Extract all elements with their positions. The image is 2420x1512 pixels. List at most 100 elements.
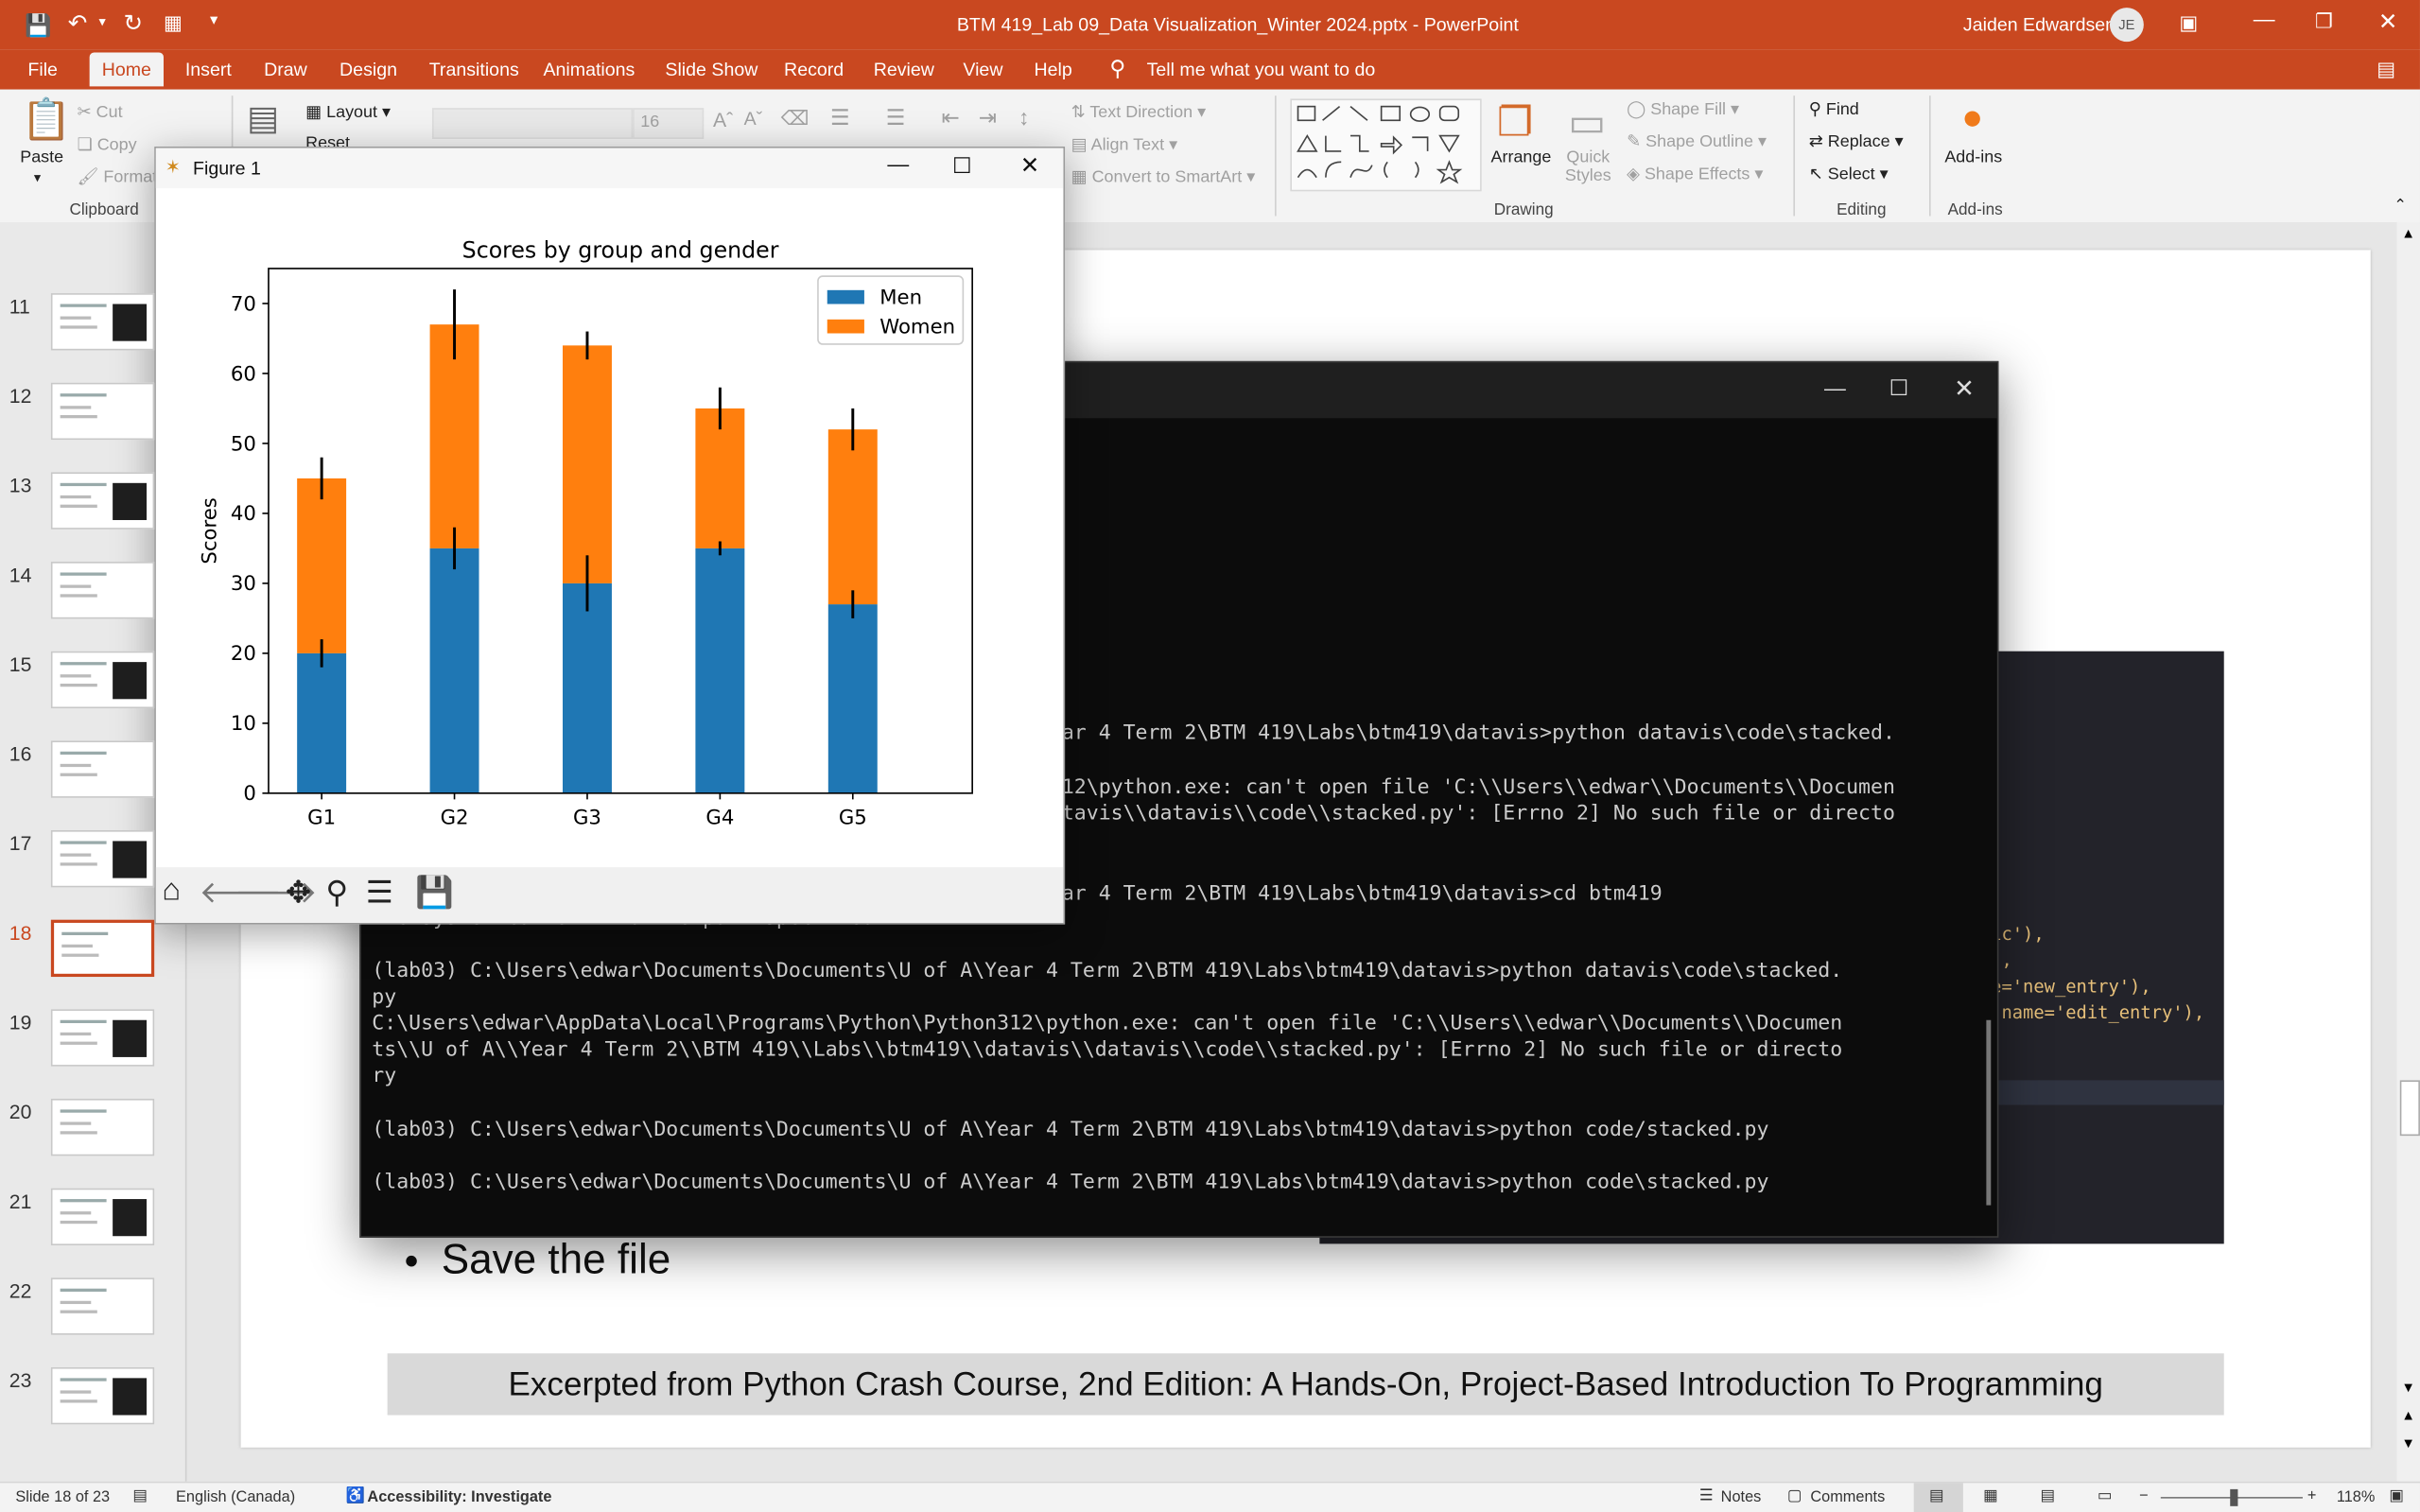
quick-styles-icon[interactable]: ▭ [1568,98,1606,147]
scroll-up-icon[interactable]: ▲ [2401,225,2415,240]
arrange-icon[interactable]: ❐ [1497,98,1533,147]
slide-thumbnail[interactable] [50,562,155,619]
scrollbar-thumb[interactable] [2399,1080,2420,1137]
undo-dropdown-icon[interactable]: ▾ [98,14,105,31]
tab-file[interactable]: File [27,59,58,80]
save-icon[interactable]: 💾 [25,12,51,39]
font-family-box[interactable] [431,108,634,139]
align-text-button[interactable]: ▤ Align Text ▾ [1071,134,1178,155]
quick-styles-button[interactable]: Quick Styles [1565,148,1611,185]
tab-transitions[interactable]: Transitions [429,59,519,80]
zoom-slider-thumb[interactable] [2230,1488,2238,1506]
redo-icon[interactable]: ↻ [124,9,144,37]
collapse-ribbon-icon[interactable]: ⌃ [2394,198,2407,215]
previous-slide-icon[interactable]: ▲ [2401,1407,2415,1422]
tab-slide-show[interactable]: Slide Show [665,59,757,80]
slide-sorter-icon[interactable]: ▦ [1983,1487,1997,1504]
share-icon[interactable]: ▤ [2376,57,2395,81]
text-direction-button[interactable]: ⇅ Text Direction ▾ [1071,102,1206,122]
figure-window[interactable]: ✶ Figure 1 — ☐ ✕ 0 10 20 30 40 50 60 70 G1 G2 G3 G4… [154,147,1066,925]
pan-icon[interactable]: ✥ [286,874,311,912]
restore-icon[interactable]: ❐ [2315,9,2333,34]
clear-format-icon[interactable]: ⌫ [781,107,810,131]
arrange-button[interactable]: Arrange [1491,148,1552,167]
home-icon[interactable]: ⌂ [162,874,181,910]
tab-home[interactable]: Home [89,52,165,87]
zoom-level[interactable]: 118% [2337,1489,2376,1506]
slide-show-icon[interactable]: ▭ [2098,1487,2112,1504]
minimize-icon[interactable]: — [2254,7,2275,31]
fit-to-window-icon[interactable]: ▣ [2389,1487,2403,1504]
select-button[interactable]: ↖ Select ▾ [1809,164,1889,184]
decrease-indent-icon[interactable]: ⇤ [942,105,960,131]
minimize-icon[interactable]: — [887,151,909,176]
zoom-in-icon[interactable]: + [2307,1487,2317,1504]
line-spacing-icon[interactable]: ↕ [1018,105,1029,130]
tab-review[interactable]: Review [874,59,934,80]
present-icon[interactable]: ▦ [164,10,183,35]
maximize-icon[interactable]: ☐ [1889,375,1909,402]
layout-button[interactable]: ▦ Layout ▾ [305,102,391,122]
configure-icon[interactable]: ☰ [366,874,393,912]
slide-thumbnail[interactable] [50,1098,155,1156]
zoom-icon[interactable]: ⚲ [325,874,348,912]
grow-font-icon[interactable]: Aˆ [713,108,733,130]
replace-button[interactable]: ⇄ Replace ▾ [1809,131,1904,151]
tab-help[interactable]: Help [1034,59,1071,80]
tab-draw[interactable]: Draw [264,59,307,80]
figure-title-bar[interactable]: ✶ Figure 1 — ☐ ✕ [155,148,1064,189]
zoom-out-icon[interactable]: − [2139,1487,2149,1504]
shape-outline-button[interactable]: ✎ Shape Outline ▾ [1627,131,1767,151]
spelling-icon[interactable]: ▤ [132,1487,147,1504]
shape-effects-button[interactable]: ◈ Shape Effects ▾ [1627,164,1763,184]
paste-button[interactable]: Paste [20,148,63,167]
reading-view-icon[interactable]: ▤ [2041,1487,2055,1504]
add-ins-icon[interactable] [1964,111,1980,127]
paste-dropdown-icon[interactable]: ▾ [34,170,41,187]
font-size-box[interactable]: 16 [633,108,705,139]
maximize-icon[interactable]: ☐ [952,153,972,180]
copy-button[interactable]: ❏ Copy [78,134,137,155]
vertical-scrollbar[interactable]: ▲ ▼ ▲ ▼ [2396,222,2420,1482]
cut-button[interactable]: ✂ Cut [78,102,123,122]
shapes-gallery[interactable] [1290,98,1482,192]
minimize-icon[interactable]: — [1824,375,1846,400]
avatar[interactable]: JE [2109,8,2144,43]
ribbon-display-icon[interactable]: ▣ [2179,10,2198,35]
accessibility-status[interactable]: Accessibility: Investigate [367,1489,551,1506]
slide-thumbnail[interactable] [50,382,155,441]
slide-thumbnail[interactable] [50,1277,155,1335]
find-button[interactable]: ⚲ Find [1809,98,1859,119]
save-icon[interactable]: 💾 [415,874,454,912]
slide-thumbnail[interactable] [50,293,155,351]
tab-insert[interactable]: Insert [185,59,232,80]
slide-thumbnail[interactable] [50,1366,155,1425]
close-icon[interactable]: ✕ [1954,374,1975,405]
terminal-scrollbar[interactable] [1986,1019,1992,1206]
close-icon[interactable]: ✕ [2378,8,2398,36]
increase-indent-icon[interactable]: ⇥ [979,105,997,131]
shrink-font-icon[interactable]: Aˇ [744,108,763,130]
user-name[interactable]: Jaiden Edwardsen [1963,14,2115,36]
numbering-icon[interactable]: ☰ [886,105,906,131]
slide-thumbnail[interactable] [50,1009,155,1067]
clipboard-icon[interactable]: 📋 [22,96,72,144]
slide-thumbnail[interactable] [50,919,155,978]
tab-view[interactable]: View [963,59,1002,80]
tab-animations[interactable]: Animations [543,59,635,80]
add-ins-button[interactable]: Add-ins [1944,148,2002,167]
language-indicator[interactable]: English (Canada) [176,1489,295,1506]
slide-thumbnail[interactable] [50,740,155,798]
tell-me-search[interactable]: Tell me what you want to do [1147,59,1376,80]
format-painter-button[interactable]: 🖌 Format [78,166,158,187]
customize-toolbar-icon[interactable]: ▾ [210,12,218,29]
slide-thumbnail[interactable] [50,1188,155,1246]
slide-thumbnail[interactable] [50,651,155,709]
next-slide-icon[interactable]: ▼ [2401,1435,2415,1451]
close-icon[interactable]: ✕ [1020,151,1040,180]
comments-button[interactable]: Comments [1810,1489,1885,1506]
new-slide-icon[interactable]: ▤ [247,98,279,138]
bullets-icon[interactable]: ☰ [830,105,850,131]
undo-icon[interactable]: ↶ [68,9,88,37]
slide-thumbnail[interactable] [50,472,155,530]
